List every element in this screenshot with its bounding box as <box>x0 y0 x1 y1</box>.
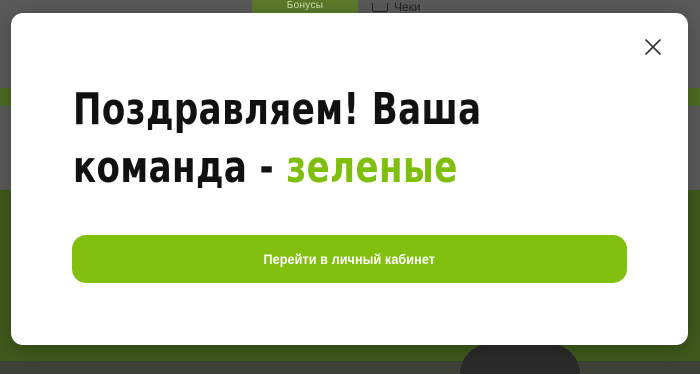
team-name: зеленые <box>286 142 458 193</box>
team-result-modal: Поздравляем! Ваша команда - зеленые Пере… <box>11 13 688 345</box>
close-button[interactable] <box>644 38 662 56</box>
background-nav-receipts-label: Чеки <box>394 0 421 14</box>
background-nav-tab-bonuses[interactable]: Бонусы <box>252 0 358 14</box>
close-icon <box>645 39 661 55</box>
receipt-icon <box>372 2 388 12</box>
modal-title-line1: Поздравляем! Ваша <box>73 84 482 135</box>
background-nav-receipts[interactable]: Чеки <box>372 0 421 14</box>
background-decoration <box>460 344 580 374</box>
modal-title: Поздравляем! Ваша команда - зеленые <box>73 81 520 197</box>
go-to-account-button[interactable]: Перейти в личный кабинет <box>72 235 627 283</box>
modal-title-line2-prefix: команда - <box>73 142 287 193</box>
go-to-account-label: Перейти в личный кабинет <box>263 251 436 267</box>
